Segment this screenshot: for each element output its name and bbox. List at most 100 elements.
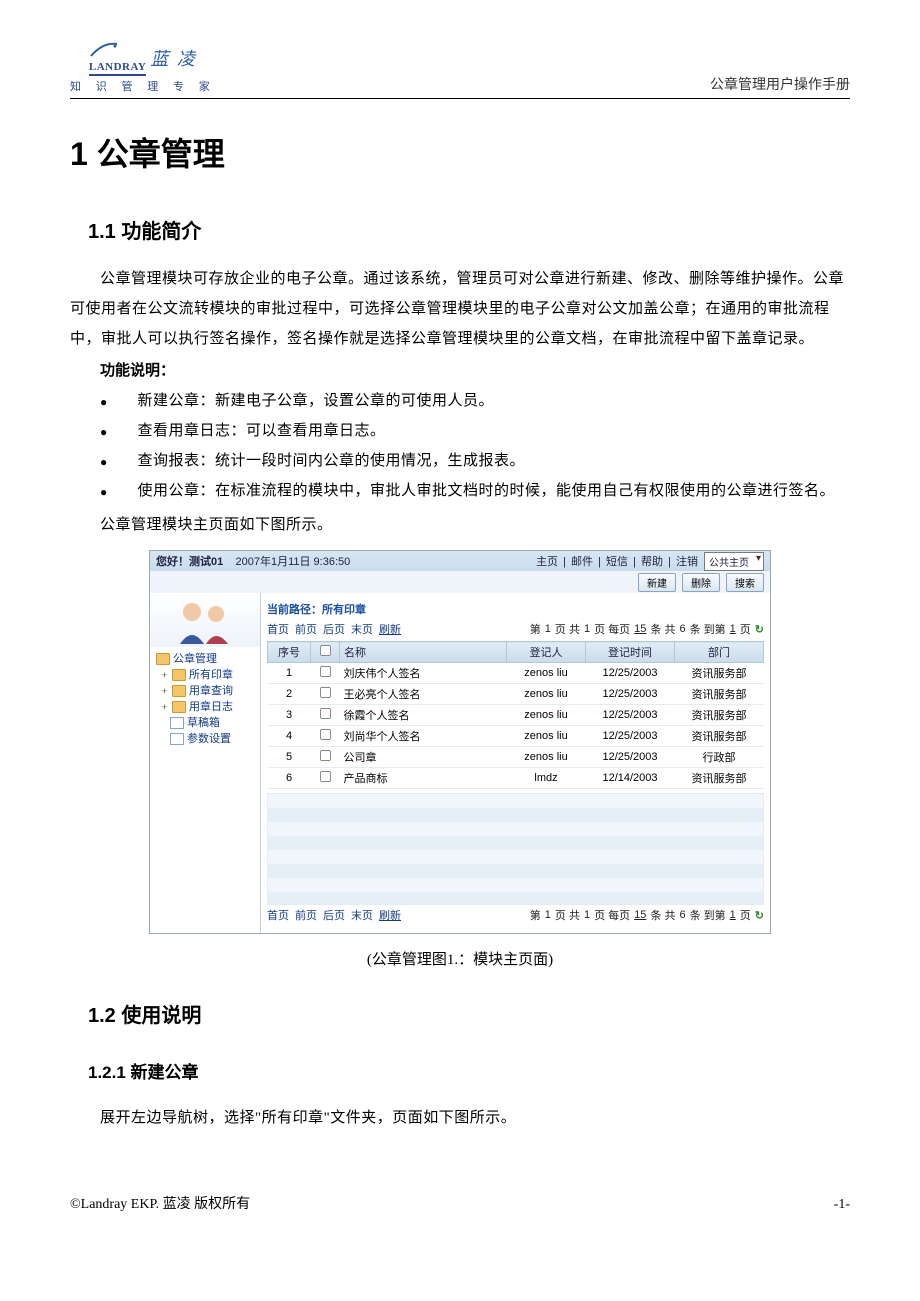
new-button[interactable]: 新建 xyxy=(638,573,676,592)
logo-wordmark: LANDRAY xyxy=(89,61,147,76)
cell-seq: 1 xyxy=(268,663,311,684)
table-row[interactable]: 3徐霞个人签名zenos liu12/25/2003资讯服务部 xyxy=(268,705,764,726)
greeting: 您好！测试01 xyxy=(156,556,223,568)
cell-seq: 5 xyxy=(268,747,311,768)
pager-text: 页 每页 xyxy=(594,907,630,923)
cell-name: 王必亮个人签名 xyxy=(340,684,507,705)
tree-item-seal-log[interactable]: + 用章日志 xyxy=(156,699,256,715)
pager-perpage[interactable]: 15 xyxy=(634,909,646,921)
doc-title: 公章管理用户操作手册 xyxy=(710,74,850,94)
folder-open-icon xyxy=(156,653,170,665)
page-icon xyxy=(170,733,184,745)
pager-text: 条 共 xyxy=(650,907,675,923)
table-row[interactable]: 4刘尚华个人签名zenos liu12/25/2003资讯服务部 xyxy=(268,726,764,747)
pager-first[interactable]: 首页 xyxy=(267,621,289,637)
select-all-checkbox[interactable] xyxy=(319,645,330,656)
pager-text: 页 xyxy=(740,907,751,923)
pager-text: 第 xyxy=(530,621,541,637)
table-row[interactable]: 6产品商标lmdz12/14/2003资讯服务部 xyxy=(268,768,764,789)
col-registrar: 登记人 xyxy=(507,642,586,663)
pager-next[interactable]: 后页 xyxy=(323,621,345,637)
col-dept: 部门 xyxy=(675,642,764,663)
menu-logout[interactable]: 注销 xyxy=(676,556,698,568)
delete-button[interactable]: 删除 xyxy=(682,573,720,592)
cell-dept: 资讯服务部 xyxy=(675,684,764,705)
row-checkbox[interactable] xyxy=(319,708,330,719)
cell-check xyxy=(311,705,340,726)
feature-item: 使用公章：在标准流程的模块中，审批人审批文档时的时候，能使用自己有权限使用的公章… xyxy=(70,476,850,506)
table-row[interactable]: 1刘庆伟个人签名zenos liu12/25/2003资讯服务部 xyxy=(268,663,764,684)
pager-next[interactable]: 后页 xyxy=(323,907,345,923)
main-panel: 当前路径：所有印章 首页 前页 后页 末页 刷新 第 1 页 共 1 页 每页 … xyxy=(261,593,770,933)
cell-check xyxy=(311,663,340,684)
cell-registrar: lmdz xyxy=(507,768,586,789)
breadcrumb: 当前路径：所有印章 xyxy=(267,597,764,619)
page-footer: ©Landray EKP. 蓝凌 版权所有 -1- xyxy=(70,1193,850,1213)
search-button[interactable]: 搜索 xyxy=(726,573,764,592)
tree-item-all-seals[interactable]: + 所有印章 xyxy=(156,667,256,683)
figure-caption: (公章管理图1.：模块主页面) xyxy=(70,948,850,969)
cell-dept: 资讯服务部 xyxy=(675,663,764,684)
top-menu: 主页 | 邮件 | 短信 | 帮助 | 注销 xyxy=(534,553,700,569)
table-row[interactable]: 5公司章zenos liu12/25/2003行政部 xyxy=(268,747,764,768)
page-number: -1- xyxy=(834,1197,850,1213)
pager-prev[interactable]: 前页 xyxy=(295,621,317,637)
expand-icon[interactable]: + xyxy=(160,667,169,683)
pager-goto-input[interactable]: 1 xyxy=(730,909,736,921)
cell-name: 公司章 xyxy=(340,747,507,768)
row-checkbox[interactable] xyxy=(319,771,330,782)
tree-item-settings[interactable]: 参数设置 xyxy=(156,731,256,747)
cell-seq: 2 xyxy=(268,684,311,705)
row-checkbox[interactable] xyxy=(319,750,330,761)
cell-check xyxy=(311,768,340,789)
menu-home[interactable]: 主页 xyxy=(536,556,558,568)
module-line: 公章管理模块主页面如下图所示。 xyxy=(70,510,850,540)
pager-prev[interactable]: 前页 xyxy=(295,907,317,923)
pager-last[interactable]: 末页 xyxy=(351,621,373,637)
feature-item: 新建公章：新建电子公章，设置公章的可使用人员。 xyxy=(70,386,850,416)
heading-1-1: 1.1 功能简介 xyxy=(88,215,850,244)
homepage-dropdown[interactable]: 公共主页 xyxy=(704,552,764,571)
folder-icon xyxy=(172,685,186,697)
pager-refresh[interactable]: 刷新 xyxy=(379,907,401,923)
cell-seq: 3 xyxy=(268,705,311,726)
cell-registrar: zenos liu xyxy=(507,747,586,768)
pager-last[interactable]: 末页 xyxy=(351,907,373,923)
pager-text: 条 共 xyxy=(650,621,675,637)
menu-help[interactable]: 帮助 xyxy=(641,556,663,568)
expand-icon[interactable]: + xyxy=(160,699,169,715)
cell-date: 12/25/2003 xyxy=(586,663,675,684)
pager-go-icon[interactable]: ↻ xyxy=(755,623,764,636)
cell-check xyxy=(311,726,340,747)
expand-icon[interactable]: + xyxy=(160,683,169,699)
cell-seq: 4 xyxy=(268,726,311,747)
pager-goto-input[interactable]: 1 xyxy=(730,623,736,635)
cell-date: 12/25/2003 xyxy=(586,684,675,705)
copyright: ©Landray EKP. 蓝凌 版权所有 xyxy=(70,1193,250,1213)
menu-sms[interactable]: 短信 xyxy=(606,556,628,568)
tree-label: 用章查询 xyxy=(189,683,233,699)
tree-item-seal-query[interactable]: + 用章查询 xyxy=(156,683,256,699)
tree-root[interactable]: 公章管理 xyxy=(156,651,256,667)
heading-1-2: 1.2 使用说明 xyxy=(88,999,850,1028)
sidebar: 公章管理 + 所有印章 + 用章查询 + 用章 xyxy=(150,593,261,933)
cell-name: 刘庆伟个人签名 xyxy=(340,663,507,684)
pager-refresh[interactable]: 刷新 xyxy=(379,621,401,637)
pager-text: 第 xyxy=(530,907,541,923)
col-name: 名称 xyxy=(340,642,507,663)
pager-text: 页 共 xyxy=(555,621,580,637)
table-row[interactable]: 2王必亮个人签名zenos liu12/25/2003资讯服务部 xyxy=(268,684,764,705)
tree-label: 草稿箱 xyxy=(187,715,220,731)
screenshot-figure: 您好！测试01 2007年1月11日 9:36:50 主页 | 邮件 | 短信 … xyxy=(149,550,771,934)
page-icon xyxy=(170,717,184,729)
row-checkbox[interactable] xyxy=(319,666,330,677)
feature-list: 新建公章：新建电子公章，设置公章的可使用人员。 查看用章日志：可以查看用章日志。… xyxy=(70,386,850,506)
tree-item-draft[interactable]: 草稿箱 xyxy=(156,715,256,731)
row-checkbox[interactable] xyxy=(319,687,330,698)
pager-first[interactable]: 首页 xyxy=(267,907,289,923)
menu-mail[interactable]: 邮件 xyxy=(571,556,593,568)
empty-rows-area xyxy=(267,793,764,905)
row-checkbox[interactable] xyxy=(319,729,330,740)
pager-go-icon[interactable]: ↻ xyxy=(755,909,764,922)
pager-perpage[interactable]: 15 xyxy=(634,623,646,635)
